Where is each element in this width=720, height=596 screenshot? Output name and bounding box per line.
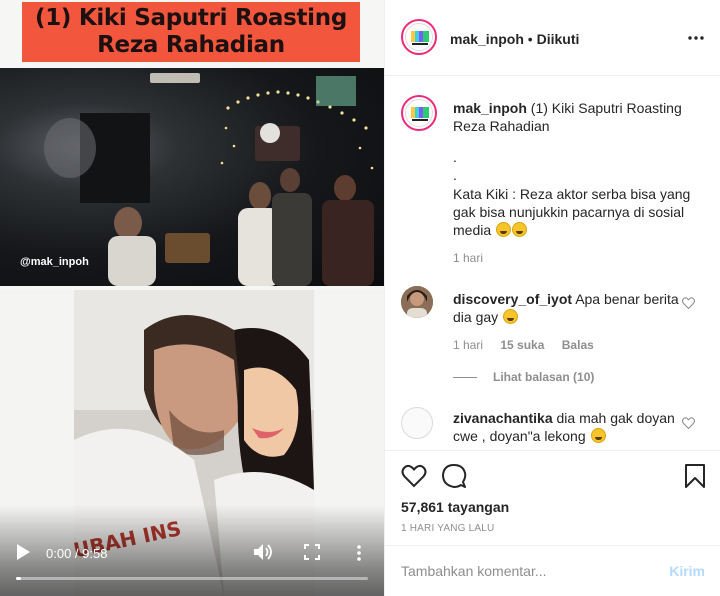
header-separator: • — [523, 31, 537, 47]
comment-like-heart-icon[interactable] — [682, 297, 695, 309]
video-title-band: (1) Kiki Saputri Roasting Reza Rahadian — [0, 0, 384, 68]
more-vertical-icon[interactable] — [354, 544, 364, 562]
caption-time: 1 hari — [453, 251, 484, 265]
rofl-emoji-icon — [496, 222, 512, 237]
video-controls: 0:00 / 9:58 — [0, 538, 384, 568]
heart-icon[interactable] — [401, 463, 427, 489]
video-progress-bar[interactable] — [16, 577, 368, 580]
comment-text-block: zivanachantika dia mah gak doyan cwe , d… — [453, 409, 683, 445]
view-replies-button[interactable]: Lihat balasan (10) — [453, 370, 594, 384]
grimace-emoji-icon — [590, 428, 606, 443]
tv-logo-icon — [405, 99, 433, 127]
post-actions: 57,861 tayangan 1 HARI YANG LALU — [385, 450, 720, 545]
party-scene-illustration — [44, 73, 374, 286]
caption-avatar[interactable] — [401, 95, 437, 131]
post-sidebar: mak_inpoh • Diikuti mak_inpoh (1) Kiki S… — [384, 0, 720, 596]
header-user-line: mak_inpoh • Diikuti — [450, 31, 579, 47]
video-title-line-2: Reza Rahadian — [97, 32, 285, 58]
volume-icon[interactable] — [254, 543, 274, 561]
caption-dot-2: . — [453, 167, 457, 183]
video-frame-party-scene: @mak_inpoh — [0, 68, 384, 286]
video-progress-fill — [16, 577, 21, 580]
comment-username[interactable]: zivanachantika — [453, 410, 553, 426]
tv-logo-icon — [405, 23, 433, 51]
comment-icon[interactable] — [441, 463, 467, 489]
play-icon[interactable] — [16, 544, 30, 560]
author-username[interactable]: mak_inpoh — [450, 31, 524, 47]
view-replies-label: Lihat balasan (10) — [493, 370, 595, 384]
caption-username[interactable]: mak_inpoh — [453, 100, 527, 116]
post-date: 1 HARI YANG LALU — [401, 523, 495, 534]
add-comment-bar: Kirim — [385, 545, 720, 596]
view-count[interactable]: 57,861 tayangan — [401, 499, 509, 515]
caption-body: Kata Kiki : Reza aktor serba bisa yang g… — [453, 185, 708, 239]
send-comment-button[interactable]: Kirim — [669, 563, 705, 579]
video-watermark: @mak_inpoh — [20, 256, 89, 268]
more-horizontal-icon[interactable] — [687, 30, 705, 46]
video-title-line-1: (1) Kiki Saputri Roasting — [34, 5, 348, 31]
post-header: mak_inpoh • Diikuti — [385, 0, 720, 76]
reply-button[interactable]: Balas — [562, 338, 594, 352]
comment-username[interactable]: discovery_of_iyot — [453, 291, 572, 307]
fullscreen-icon[interactable] — [304, 544, 320, 560]
video-title-box: (1) Kiki Saputri Roasting Reza Rahadian — [22, 2, 360, 62]
follow-status-button[interactable]: Diikuti — [537, 31, 580, 47]
caption-dot-1: . — [453, 149, 457, 165]
comment-likes[interactable]: 15 suka — [500, 338, 544, 352]
comment-time: 1 hari — [453, 338, 484, 352]
video-time: 0:00 / 9:58 — [46, 546, 108, 561]
view-replies-line — [453, 376, 477, 378]
author-avatar[interactable] — [401, 19, 437, 55]
comment-meta: 1 hari 15 suka Balas — [453, 338, 594, 352]
bookmark-icon[interactable] — [682, 463, 708, 489]
video-player[interactable]: (1) Kiki Saputri Roasting Reza Rahadian — [0, 0, 384, 596]
commenter-avatar[interactable] — [401, 286, 433, 318]
caption-body-text: Kata Kiki : Reza aktor serba bisa yang g… — [453, 186, 691, 238]
comment-like-heart-icon[interactable] — [682, 417, 695, 429]
commenter-avatar[interactable] — [401, 407, 433, 439]
comment-input[interactable] — [401, 560, 651, 582]
comment-text-block: discovery_of_iyot Apa benar berita dia g… — [453, 290, 683, 326]
caption-text-block: mak_inpoh (1) Kiki Saputri Roasting Reza… — [453, 99, 708, 135]
rofl-emoji-icon — [512, 222, 528, 237]
grin-sweat-emoji-icon — [503, 309, 519, 324]
comments-area[interactable]: mak_inpoh (1) Kiki Saputri Roasting Reza… — [385, 77, 720, 450]
